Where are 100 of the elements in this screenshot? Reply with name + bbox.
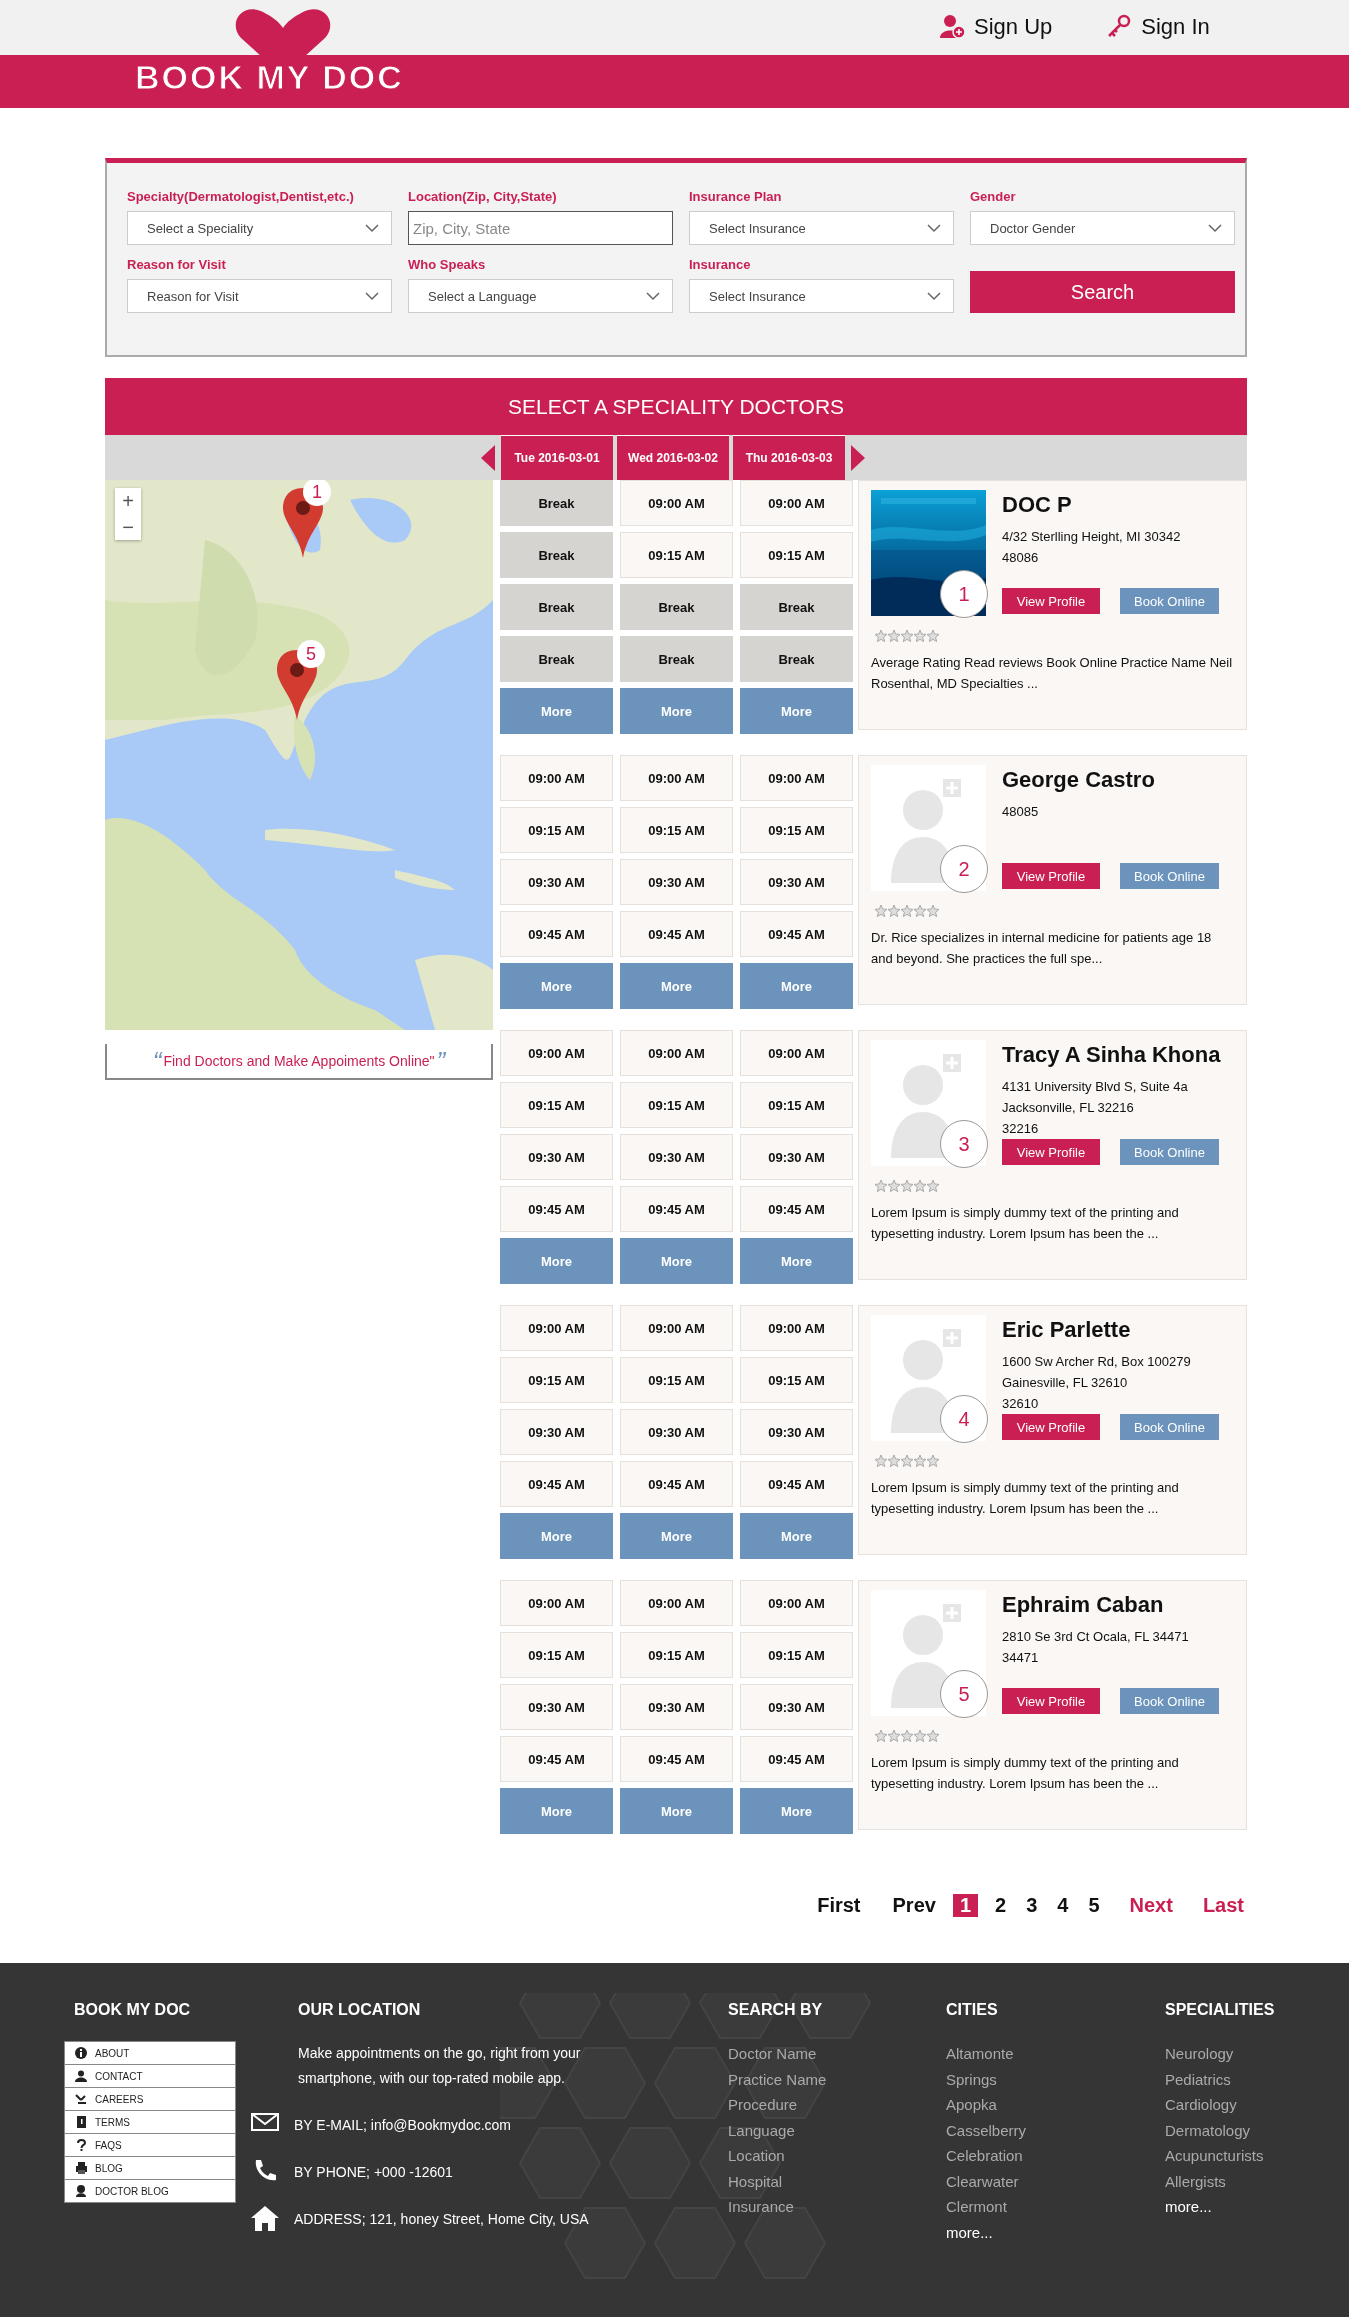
footer-link[interactable]: Location xyxy=(728,2143,946,2169)
time-slot[interactable]: 09:00 AM xyxy=(620,480,733,526)
select-field[interactable]: Select a Speciality xyxy=(127,211,392,245)
time-slot[interactable]: 09:45 AM xyxy=(740,911,853,957)
time-slot[interactable]: 09:15 AM xyxy=(500,1632,613,1678)
footer-menu-item[interactable]: DOCTOR BLOG xyxy=(65,2180,235,2202)
zoom-in-button[interactable]: + xyxy=(115,488,141,514)
header-link[interactable]: Sign Up xyxy=(940,14,1053,40)
time-slot[interactable]: 09:15 AM xyxy=(620,1357,733,1403)
footer-link[interactable]: Casselberry xyxy=(946,2117,1165,2143)
time-slot[interactable]: 09:15 AM xyxy=(620,807,733,853)
footer-menu-item[interactable]: FAQS xyxy=(65,2134,235,2157)
select-field[interactable]: Select Insurance xyxy=(689,279,954,313)
page-link[interactable]: 5 xyxy=(1085,1893,1103,1917)
time-slot[interactable]: 09:00 AM xyxy=(740,1030,853,1076)
page-link[interactable]: 4 xyxy=(1054,1893,1072,1917)
time-slot[interactable]: 09:45 AM xyxy=(740,1186,853,1232)
time-slot[interactable]: 09:45 AM xyxy=(740,1736,853,1782)
time-slot[interactable]: 09:45 AM xyxy=(500,1736,613,1782)
footer-link[interactable]: Acupuncturists xyxy=(1165,2143,1349,2169)
time-slot[interactable]: 09:00 AM xyxy=(620,755,733,801)
footer-link[interactable]: Insurance xyxy=(728,2194,946,2220)
view-profile-button[interactable]: View Profile xyxy=(1002,863,1100,889)
time-slot[interactable]: 09:15 AM xyxy=(620,1632,733,1678)
time-slot[interactable]: 09:00 AM xyxy=(740,1305,853,1351)
pagination-link[interactable]: Last xyxy=(1199,1893,1247,1917)
time-slot[interactable]: 09:30 AM xyxy=(500,859,613,905)
view-profile-button[interactable]: View Profile xyxy=(1002,1414,1100,1440)
footer-menu-item[interactable]: TERMS xyxy=(65,2111,235,2134)
more-link[interactable]: more... xyxy=(946,2219,1165,2245)
footer-link[interactable]: Altamonte xyxy=(946,2041,1165,2067)
time-slot[interactable]: 09:45 AM xyxy=(500,1461,613,1507)
time-slot[interactable]: 09:30 AM xyxy=(740,1684,853,1730)
logo[interactable]: BOOK MY DOC xyxy=(135,58,404,97)
footer-link[interactable]: Clermont xyxy=(946,2194,1165,2220)
time-slot[interactable]: 09:30 AM xyxy=(620,859,733,905)
time-slot[interactable]: 09:30 AM xyxy=(740,859,853,905)
footer-link[interactable]: Clearwater xyxy=(946,2168,1165,2194)
footer-link[interactable]: Language xyxy=(728,2117,946,2143)
time-slot[interactable]: 09:00 AM xyxy=(620,1305,733,1351)
time-slot[interactable]: 09:00 AM xyxy=(740,1580,853,1626)
view-profile-button[interactable]: View Profile xyxy=(1002,1688,1100,1714)
time-slot[interactable]: 09:15 AM xyxy=(740,1632,853,1678)
footer-link[interactable]: Pediatrics xyxy=(1165,2066,1349,2092)
footer-link[interactable]: Neurology xyxy=(1165,2041,1349,2067)
select-field[interactable]: Select a Language xyxy=(408,279,673,313)
footer-menu-item[interactable]: CONTACT xyxy=(65,2065,235,2088)
footer-menu-item[interactable]: BLOG xyxy=(65,2157,235,2180)
footer-menu-item[interactable]: CAREERS xyxy=(65,2088,235,2111)
text-field[interactable]: Zip, City, State xyxy=(408,211,673,245)
time-slot[interactable]: 09:15 AM xyxy=(620,1082,733,1128)
select-field[interactable]: Doctor Gender xyxy=(970,211,1235,245)
time-slot[interactable]: 09:30 AM xyxy=(500,1409,613,1455)
time-slot[interactable]: 09:45 AM xyxy=(500,911,613,957)
time-slot[interactable]: 09:00 AM xyxy=(740,480,853,526)
search-button[interactable]: Search xyxy=(970,271,1235,313)
time-slot[interactable]: 09:45 AM xyxy=(620,1461,733,1507)
time-slot[interactable]: 09:45 AM xyxy=(500,1186,613,1232)
footer-link[interactable]: Hospital xyxy=(728,2168,946,2194)
page-link[interactable]: 2 xyxy=(992,1893,1010,1917)
time-slot[interactable]: 09:30 AM xyxy=(620,1684,733,1730)
pagination-link[interactable]: First xyxy=(814,1893,864,1917)
time-slot[interactable]: 09:00 AM xyxy=(500,1030,613,1076)
time-slot[interactable]: 09:30 AM xyxy=(500,1134,613,1180)
footer-link[interactable]: Allergists xyxy=(1165,2168,1349,2194)
time-slot[interactable]: 09:15 AM xyxy=(740,807,853,853)
footer-menu-item[interactable]: ABOUT xyxy=(65,2042,235,2065)
footer-link[interactable]: Practice Name xyxy=(728,2066,946,2092)
time-slot[interactable]: 09:15 AM xyxy=(740,532,853,578)
footer-link[interactable]: Celebration xyxy=(946,2143,1165,2169)
time-slot[interactable]: 09:00 AM xyxy=(620,1580,733,1626)
footer-link[interactable]: Springs xyxy=(946,2066,1165,2092)
time-slot[interactable]: 09:30 AM xyxy=(620,1409,733,1455)
time-slot[interactable]: 09:00 AM xyxy=(740,755,853,801)
header-link[interactable]: Sign In xyxy=(1107,14,1210,40)
time-slot[interactable]: 09:45 AM xyxy=(620,1186,733,1232)
page-link[interactable]: 1 xyxy=(952,1893,978,1917)
time-slot[interactable]: 09:30 AM xyxy=(500,1684,613,1730)
pagination-link[interactable]: Next xyxy=(1126,1893,1176,1917)
time-slot[interactable]: 09:15 AM xyxy=(500,1357,613,1403)
time-slot[interactable]: 09:30 AM xyxy=(620,1134,733,1180)
select-field[interactable]: Select Insurance xyxy=(689,211,954,245)
time-slot[interactable]: 09:15 AM xyxy=(740,1082,853,1128)
view-profile-button[interactable]: View Profile xyxy=(1002,588,1100,614)
time-slot[interactable]: 09:45 AM xyxy=(620,1736,733,1782)
time-slot[interactable]: 09:00 AM xyxy=(500,1580,613,1626)
time-slot[interactable]: 09:30 AM xyxy=(740,1134,853,1180)
view-profile-button[interactable]: View Profile xyxy=(1002,1139,1100,1165)
page-link[interactable]: 3 xyxy=(1023,1893,1041,1917)
pagination-link[interactable]: Prev xyxy=(889,1893,939,1917)
zoom-out-button[interactable]: − xyxy=(115,514,141,540)
footer-link[interactable]: Procedure xyxy=(728,2092,946,2118)
time-slot[interactable]: 09:15 AM xyxy=(620,532,733,578)
footer-link[interactable]: Dermatology xyxy=(1165,2117,1349,2143)
time-slot[interactable]: 09:00 AM xyxy=(500,755,613,801)
time-slot[interactable]: 09:15 AM xyxy=(500,807,613,853)
select-field[interactable]: Reason for Visit xyxy=(127,279,392,313)
footer-link[interactable]: Apopka xyxy=(946,2092,1165,2118)
time-slot[interactable]: 09:15 AM xyxy=(500,1082,613,1128)
more-link[interactable]: more... xyxy=(1165,2194,1349,2220)
